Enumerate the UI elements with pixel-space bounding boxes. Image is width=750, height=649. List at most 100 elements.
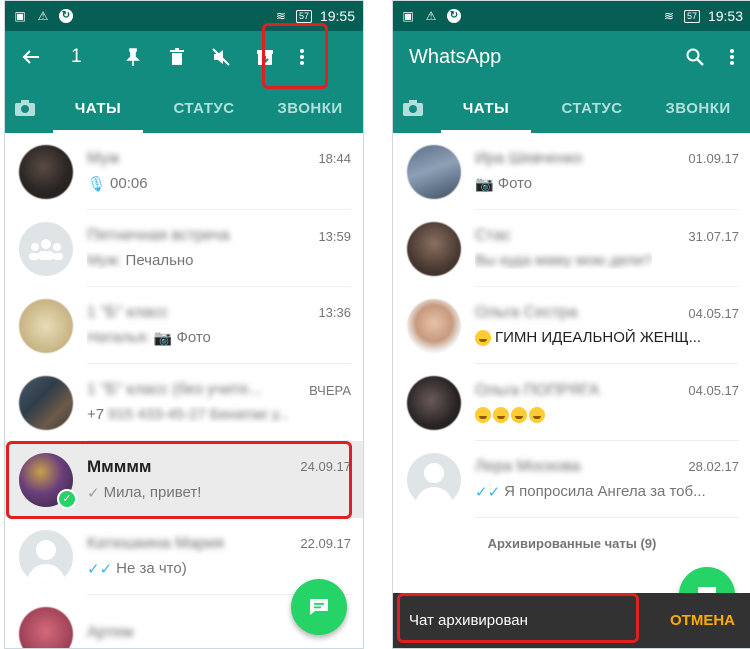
chat-message: ГИМН ИДЕАЛЬНОЙ ЖЕНЩ...: [495, 329, 702, 346]
camera-icon: [403, 100, 423, 116]
chat-row[interactable]: Ира Шевченко 01.09.17 📷 Фото: [393, 133, 750, 210]
chat-name: Ольга ПОПРЯГА: [475, 381, 600, 399]
chat-date: 31.07.17: [688, 228, 739, 244]
chat-message: Не за что): [116, 560, 187, 577]
grinning-emoji-icon: [529, 406, 545, 423]
tab-bar: ЧАТЫ СТАТУС ЗВОНКИ: [5, 83, 363, 133]
chat-name: Муж: [87, 149, 120, 167]
chat-list: Муж 18:44 🎙 00:06 Пятничная встреча 13:59 М…: [5, 133, 363, 648]
tab-calls[interactable]: ЗВОНКИ: [645, 83, 750, 133]
delete-icon[interactable]: [155, 35, 199, 79]
chat-row[interactable]: Стас 31.07.17 Вы куда маму мою дели?: [393, 210, 750, 287]
chat-name: Ира Шевченко: [475, 149, 583, 167]
more-options-icon[interactable]: [717, 35, 747, 79]
avatar: ✓: [19, 452, 77, 509]
pin-icon[interactable]: [111, 35, 155, 79]
archive-icon[interactable]: [243, 35, 287, 79]
chat-date: 04.05.17: [688, 305, 739, 321]
chat-date: 18:44: [318, 151, 351, 166]
wifi-icon: ≋: [275, 9, 286, 23]
chat-date: 28.02.17: [688, 459, 739, 474]
chat-row[interactable]: Ольга ПОПРЯГА 04.05.17: [393, 364, 750, 441]
app-title: WhatsApp: [409, 45, 502, 68]
chat-name: 1 "Б" класс: [87, 303, 169, 321]
chat-message: 915 433-45-27 Бенатае у...: [108, 406, 291, 423]
status-bar: ▣ ⚠ ↻ ≋ 57 19:55: [5, 1, 363, 31]
selected-count: 1: [71, 46, 82, 67]
avatar: [19, 144, 73, 199]
wifi-icon: ≋: [663, 9, 674, 23]
chat-name: Ммммм: [87, 456, 152, 476]
avatar: [407, 298, 461, 353]
chat-name: Катюшкина Мария: [87, 534, 225, 552]
chat-row[interactable]: Лера Москова 28.02.17 ✓✓ Я попросила Ангел…: [393, 441, 750, 518]
search-icon[interactable]: [673, 35, 717, 79]
single-check-icon: ✓: [87, 484, 100, 502]
default-avatar-icon: [19, 529, 73, 584]
chat-name: Стас: [475, 227, 511, 244]
chat-list: Ира Шевченко 01.09.17 📷 Фото Стас 31.07.17 …: [393, 133, 750, 568]
right-phone-screen: ▣ ⚠ ↻ ≋ 57 19:53 WhatsApp ЧАТЫ СТАТУС ЗВ…: [392, 0, 750, 649]
tab-bar: ЧАТЫ СТАТУС ЗВОНКИ: [393, 83, 750, 133]
message-icon: [310, 599, 328, 615]
chat-message: Мила, привет!: [103, 484, 202, 501]
tab-camera[interactable]: [393, 83, 433, 133]
warning-icon: ⚠: [37, 9, 49, 23]
left-phone-screen: ▣ ⚠ ↻ ≋ 57 19:55 1 ЧАТЫ СТАТУС ЗВОНКИ Му…: [4, 0, 364, 649]
chat-date: 24.09.17: [300, 459, 351, 474]
selected-check-icon: ✓: [57, 488, 77, 509]
chat-row[interactable]: 1 "Б" класс 13:36 Наталья: 📷 Фото: [5, 287, 363, 364]
tab-chats[interactable]: ЧАТЫ: [45, 83, 151, 133]
phone-prefix: +7: [87, 406, 105, 423]
microphone-icon: 🎙: [87, 175, 107, 193]
avatar: [19, 298, 73, 353]
tab-camera[interactable]: [5, 83, 45, 133]
warning-icon: ⚠: [425, 9, 437, 23]
snackbar: Чат архивирован ОТМЕНА: [393, 593, 750, 648]
photo-icon: 📷: [153, 329, 173, 347]
tab-chats[interactable]: ЧАТЫ: [433, 83, 539, 133]
archived-chats-link[interactable]: Архивированные чаты (9): [393, 518, 750, 568]
chat-date: 04.05.17: [688, 383, 739, 398]
avatar: [407, 221, 461, 276]
more-options-icon[interactable]: [287, 35, 317, 79]
chat-message: Я попросила Ангела за тоб...: [504, 483, 706, 500]
back-arrow-icon[interactable]: [9, 35, 53, 79]
sender-name: Муж:: [87, 252, 122, 269]
group-avatar-icon: [19, 221, 73, 276]
chat-date: 22.09.17: [300, 536, 351, 551]
camera-icon: [15, 100, 35, 116]
chat-message: 00:06: [110, 175, 148, 192]
avatar: [19, 606, 73, 648]
double-check-icon: ✓✓: [87, 560, 113, 578]
clock: 19:53: [707, 8, 743, 24]
default-avatar-icon: [407, 452, 461, 507]
grinning-emoji-icon: [511, 406, 527, 423]
status-bar: ▣ ⚠ ↻ ≋ 57 19:53: [393, 1, 750, 31]
tab-calls[interactable]: ЗВОНКИ: [257, 83, 363, 133]
chat-date: 01.09.17: [688, 151, 739, 166]
chat-message: Фото: [497, 175, 533, 192]
mute-icon[interactable]: [199, 35, 243, 79]
chat-name: 1 "Б" класс (без учите...: [87, 381, 262, 398]
undo-button[interactable]: ОТМЕНА: [670, 612, 735, 629]
chat-message: Вы куда маму мою дели?: [475, 252, 652, 269]
chat-row-selected[interactable]: ✓ Ммммм 24.09.17 ✓ Мила, привет!: [5, 441, 363, 518]
chat-row[interactable]: Пятничная встреча 13:59 Муж: Печально: [5, 210, 363, 287]
grinning-emoji-icon: [475, 406, 491, 423]
chat-name: Ольга Сестра: [475, 304, 578, 321]
avatar: [407, 144, 461, 199]
selection-toolbar: 1: [5, 31, 363, 83]
notification-image-icon: ▣: [14, 9, 26, 23]
avatar: [407, 375, 461, 430]
chat-date: ВЧЕРА: [309, 382, 351, 398]
new-chat-button[interactable]: [291, 579, 347, 635]
avatar: [19, 375, 73, 430]
tab-status[interactable]: СТАТУС: [151, 83, 257, 133]
grinning-emoji-icon: [475, 329, 491, 346]
chat-row[interactable]: Ольга Сестра 04.05.17 ГИМН ИДЕАЛЬНОЙ ЖЕНЩ…: [393, 287, 750, 364]
double-check-icon: ✓✓: [475, 483, 501, 501]
tab-status[interactable]: СТАТУС: [539, 83, 645, 133]
chat-row[interactable]: Муж 18:44 🎙 00:06: [5, 133, 363, 210]
chat-row[interactable]: 1 "Б" класс (без учите... ВЧЕРА +7 915 433…: [5, 364, 363, 441]
